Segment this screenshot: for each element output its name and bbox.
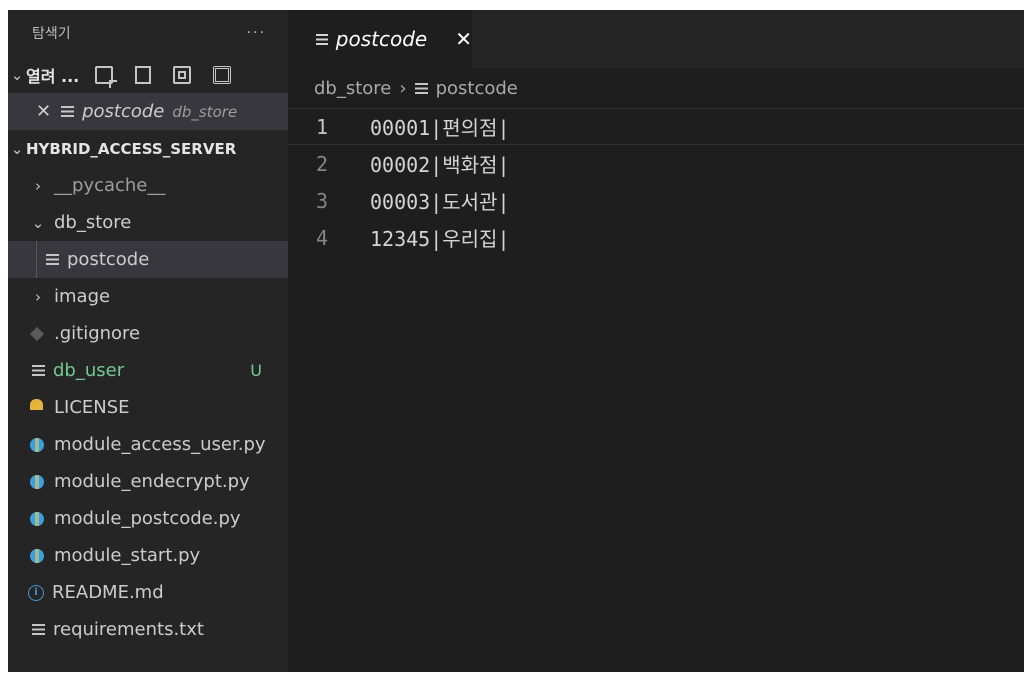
tree-item-module-start[interactable]: module_start.py [8,537,288,574]
editor-area: postcode ✕ db_store › postcode 1 00001|편… [288,10,1024,672]
license-ribbon-icon [30,398,43,417]
code-view[interactable]: 1 00001|편의점| 2 00002|백화점| 3 00003|도서관| 4… [288,108,1024,256]
tree-item-license[interactable]: LICENSE [8,389,288,426]
tree-item-label: module_endecrypt.py [54,471,250,492]
line-number: 3 [315,188,328,213]
tree-item-label: LICENSE [54,397,130,418]
tree-item-module-endecrypt[interactable]: module_endecrypt.py [8,463,288,500]
tab-postcode[interactable]: postcode ✕ [288,10,472,68]
new-file-icon[interactable] [95,65,118,88]
code-line[interactable]: 2 00002|백화점| [288,145,1024,182]
line-text[interactable]: 00003|도서관| [370,186,510,215]
open-editor-name: postcode [82,101,165,122]
line-number: 2 [315,151,328,176]
tree-item-pycache[interactable]: › __pycache__ [8,167,288,204]
file-text-icon [414,82,428,94]
line-text[interactable]: 00002|백화점| [370,149,510,178]
untracked-badge: U [250,361,262,380]
open-editor-desc: db_store [172,102,238,121]
file-text-icon [32,365,45,376]
open-editors-label: 열려 ... [26,66,80,86]
info-icon: i [28,584,44,601]
tree-item-label: .gitignore [54,323,141,344]
tree-item-module-access-user[interactable]: module_access_user.py [8,426,288,463]
code-line[interactable]: 1 00001|편의점| [288,108,1024,145]
file-text-icon [61,106,75,117]
open-editor-item-postcode[interactable]: ✕ postcode db_store [8,93,288,130]
python-icon [30,437,44,452]
tab-close-button[interactable]: ✕ [455,27,472,51]
tree-item-label: db_user [53,360,125,381]
breadcrumb-file[interactable]: postcode [436,78,518,99]
close-icon[interactable]: ✕ [36,101,51,122]
open-editors-section-header[interactable]: ⌄ 열려 ... [8,56,288,93]
file-text-icon [316,33,328,45]
tree-item-image[interactable]: › image [8,278,288,315]
python-icon [30,511,44,526]
file-text-icon [46,254,59,265]
workspace-root-header[interactable]: ⌄ HYBRID_ACCESS_SERVER [8,130,288,167]
line-number: 4 [315,225,328,250]
explorer-header: 탐색기 ··· [8,10,288,56]
collapse-all-icon[interactable] [213,65,232,84]
chevron-right-icon: › [399,77,407,99]
line-text[interactable]: 12345|우리집| [370,223,510,252]
tree-item-db-store[interactable]: ⌄ db_store [8,204,288,241]
breadcrumb-folder[interactable]: db_store [314,78,391,99]
chevron-right-icon: › [35,176,41,195]
vscode-window: 탐색기 ··· ⌄ 열려 ... ✕ postcode db_store ⌄ H… [8,10,1024,672]
tree-item-label: module_access_user.py [54,434,266,455]
tree-item-requirements[interactable]: requirements.txt [8,611,288,648]
indent-guide [36,241,37,278]
workspace-root-name: HYBRID_ACCESS_SERVER [26,139,237,158]
git-diamond-icon [29,326,45,341]
tree-item-label: module_start.py [54,545,201,566]
python-icon [30,548,44,563]
tree-item-label: __pycache__ [54,175,166,196]
code-line[interactable]: 3 00003|도서관| [288,182,1024,219]
tree-item-gitignore[interactable]: .gitignore [8,315,288,352]
tree-item-label: module_postcode.py [54,508,241,529]
tree-item-label: requirements.txt [53,619,204,640]
tree-item-readme[interactable]: i README.md [8,574,288,611]
line-number: 1 [315,114,328,139]
tree-item-label: db_store [54,212,132,233]
tree-item-label: postcode [67,249,150,270]
file-text-icon [32,624,45,635]
tree-item-label: image [54,286,111,307]
save-all-icon[interactable] [173,65,192,84]
line-text[interactable]: 00001|편의점| [370,112,510,141]
explorer-title: 탐색기 [32,26,71,42]
chevron-right-icon: › [35,287,41,306]
tree-item-module-postcode[interactable]: module_postcode.py [8,500,288,537]
tab-bar: postcode ✕ [288,10,1024,68]
tree-item-label: README.md [52,582,164,603]
new-folder-icon[interactable] [135,65,152,84]
breadcrumb: db_store › postcode [288,68,1024,108]
code-line[interactable]: 4 12345|우리집| [288,219,1024,256]
python-icon [30,474,44,489]
explorer-sidebar: 탐색기 ··· ⌄ 열려 ... ✕ postcode db_store ⌄ H… [8,10,288,672]
more-actions-button[interactable]: ··· [247,25,266,41]
chevron-down-icon: ⌄ [10,139,24,158]
chevron-down-icon: ⌄ [10,65,24,84]
tree-item-postcode[interactable]: postcode [8,241,288,278]
chevron-down-icon: ⌄ [31,213,45,232]
tree-item-db-user[interactable]: db_user U [8,352,288,389]
tab-label: postcode [335,27,428,51]
explorer-toolbar [95,65,232,88]
